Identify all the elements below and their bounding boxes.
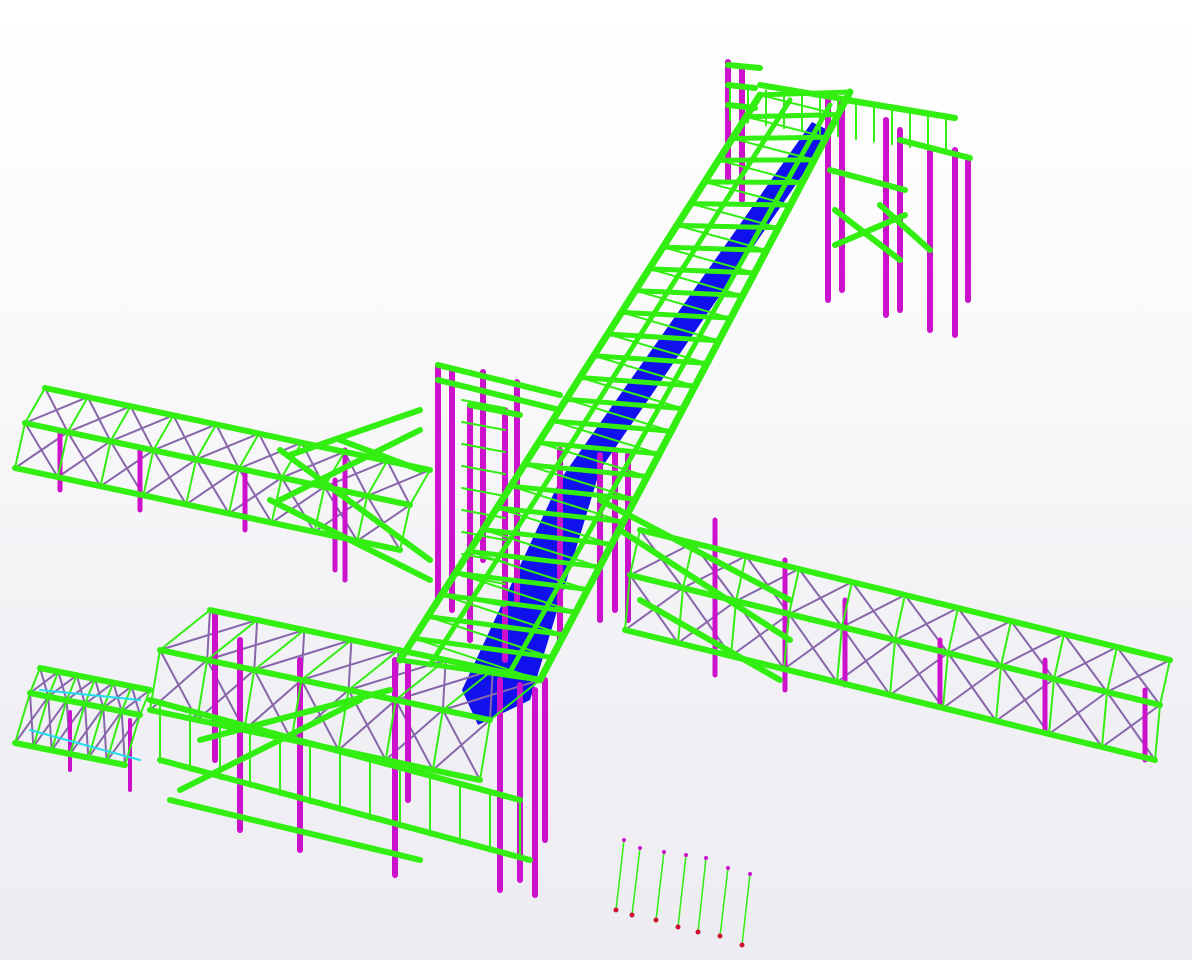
east-truss-post[interactable]: [995, 665, 1002, 722]
sw-platform-post[interactable]: [50, 699, 68, 752]
bracing-member[interactable]: [1106, 659, 1171, 693]
beam[interactable]: [725, 102, 758, 111]
lower-truss-post[interactable]: [300, 639, 353, 681]
east-truss-post[interactable]: [1053, 633, 1065, 680]
anchor-base[interactable]: [653, 917, 659, 923]
bracing-member[interactable]: [69, 706, 105, 755]
anchor-rod[interactable]: [677, 854, 687, 928]
bracing-member[interactable]: [431, 719, 491, 771]
anchor-bolt-group[interactable]: [613, 838, 753, 948]
structure-3d-view[interactable]: [0, 0, 1192, 960]
bracing-member[interactable]: [227, 476, 283, 515]
bracing-member[interactable]: [142, 458, 198, 497]
sw-platform-post[interactable]: [69, 703, 86, 755]
lower-truss-post[interactable]: [159, 609, 211, 651]
beam[interactable]: [725, 82, 758, 91]
bracing-member[interactable]: [366, 469, 431, 497]
east-truss-post[interactable]: [1101, 691, 1108, 748]
east-truss-post[interactable]: [730, 600, 737, 657]
east-truss-post[interactable]: [1048, 678, 1055, 735]
east-truss-post[interactable]: [889, 639, 896, 696]
bracing-member[interactable]: [24, 396, 89, 424]
anchor-top[interactable]: [726, 866, 730, 870]
east-truss-post[interactable]: [947, 607, 959, 654]
anchor-rod[interactable]: [655, 851, 665, 921]
gallery-frame[interactable]: [660, 244, 770, 253]
anchor-top[interactable]: [622, 838, 626, 842]
bracing-member[interactable]: [66, 405, 132, 434]
anchor-top[interactable]: [662, 850, 666, 854]
west-truss-post[interactable]: [409, 469, 431, 506]
gallery-frame[interactable]: [688, 201, 793, 208]
west-truss-post[interactable]: [109, 405, 132, 443]
bracing-member[interactable]: [105, 714, 141, 763]
gallery-frame[interactable]: [674, 222, 781, 231]
anchor-base[interactable]: [695, 929, 701, 935]
bracing-member[interactable]: [942, 665, 1002, 709]
lower-truss-post[interactable]: [253, 629, 306, 671]
bracing-member[interactable]: [185, 467, 240, 506]
beam[interactable]: [167, 797, 423, 863]
east-truss-post[interactable]: [677, 587, 684, 644]
west-truss-post[interactable]: [195, 423, 218, 461]
east-truss-post[interactable]: [836, 626, 843, 683]
west-truss-post[interactable]: [66, 396, 89, 434]
beam[interactable]: [842, 97, 958, 121]
beam[interactable]: [725, 62, 763, 71]
bracing-member[interactable]: [152, 423, 218, 452]
anchor-rod[interactable]: [741, 873, 751, 946]
sw-platform-post[interactable]: [14, 692, 31, 744]
east-truss-post[interactable]: [1106, 646, 1118, 693]
bracing-member[interactable]: [947, 620, 1012, 654]
east-truss-post[interactable]: [788, 568, 800, 615]
anchor-top[interactable]: [684, 853, 688, 857]
gallery-frame[interactable]: [729, 134, 829, 141]
lower-truss-post[interactable]: [431, 709, 444, 771]
east-truss-post[interactable]: [1000, 620, 1012, 667]
lower-truss-post[interactable]: [394, 659, 447, 701]
lower-truss-post[interactable]: [243, 669, 256, 731]
bracing-member[interactable]: [1053, 646, 1118, 680]
anchor-rod[interactable]: [615, 839, 625, 911]
sw-platform-post[interactable]: [32, 695, 50, 748]
bracing-member[interactable]: [32, 699, 68, 748]
bracing-member[interactable]: [99, 449, 155, 488]
gallery-frame[interactable]: [702, 179, 805, 185]
bracing-member[interactable]: [1000, 633, 1065, 667]
bracing-member[interactable]: [195, 432, 260, 461]
lower-truss-post[interactable]: [347, 649, 400, 691]
west-truss-post[interactable]: [152, 414, 175, 452]
west-truss-post[interactable]: [24, 387, 46, 424]
bracing-member[interactable]: [783, 626, 843, 670]
bracing-member[interactable]: [1048, 691, 1108, 735]
anchor-base[interactable]: [739, 942, 745, 948]
beam[interactable]: [435, 362, 563, 398]
west-truss-post[interactable]: [366, 459, 389, 497]
anchor-base[interactable]: [629, 912, 635, 918]
anchor-rod[interactable]: [719, 867, 729, 937]
anchor-top[interactable]: [704, 856, 708, 860]
east-truss-post[interactable]: [1159, 659, 1171, 706]
anchor-rod[interactable]: [697, 857, 707, 933]
bracing-member[interactable]: [14, 695, 50, 744]
bracing-member[interactable]: [841, 594, 906, 628]
gallery-frame[interactable]: [743, 112, 841, 120]
bracing-member[interactable]: [894, 607, 959, 641]
anchor-top[interactable]: [748, 872, 752, 876]
anchor-top[interactable]: [638, 846, 642, 850]
east-truss-post[interactable]: [894, 594, 906, 641]
anchor-base[interactable]: [717, 933, 723, 939]
bracing-member[interactable]: [1101, 704, 1161, 748]
anchor-base[interactable]: [613, 907, 619, 913]
west-truss-post[interactable]: [237, 432, 260, 470]
lower-truss-post[interactable]: [479, 719, 491, 781]
east-truss-post[interactable]: [942, 652, 949, 709]
bracing-member[interactable]: [56, 440, 112, 479]
anchor-base[interactable]: [675, 924, 681, 930]
east-truss-post[interactable]: [1154, 704, 1161, 761]
model-viewport[interactable]: [0, 0, 1192, 960]
anchor-rod[interactable]: [631, 847, 641, 916]
bracing-member[interactable]: [109, 414, 175, 443]
beam[interactable]: [435, 377, 563, 413]
